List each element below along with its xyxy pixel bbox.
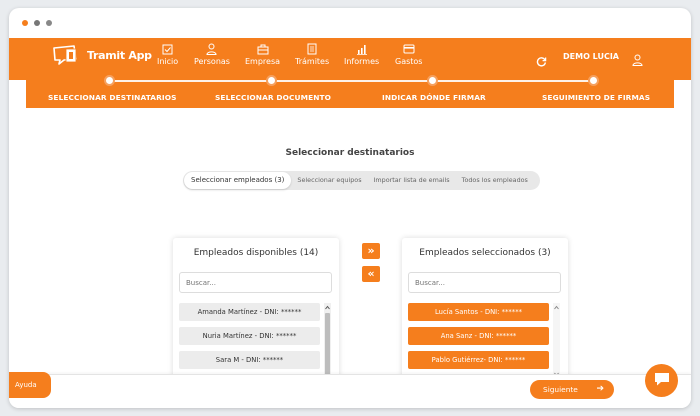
nav-item-label: Trámites	[295, 57, 330, 66]
person-icon	[206, 42, 217, 56]
logo-chat-icon	[53, 45, 77, 65]
user-icon[interactable]	[632, 51, 643, 70]
stepper-line	[110, 80, 594, 82]
list-item[interactable]: Amanda Martínez - DNI: ******	[179, 303, 320, 321]
tab-seleccionar-equipos[interactable]: Seleccionar equipos	[291, 172, 367, 189]
logo-text: Tramit App	[87, 48, 152, 62]
user-name[interactable]: DEMO LUCIA	[563, 52, 619, 61]
list-item[interactable]: Lucía Santos - DNI: ******	[408, 303, 549, 321]
selected-employees-panel: Empleados seleccionados (3) Lucía Santos…	[402, 238, 568, 388]
list-item[interactable]: Sara M - DNI: ******	[179, 351, 320, 369]
nav-item-label: Informes	[344, 57, 380, 66]
list-item[interactable]: Ana Sanz - DNI: ******	[408, 327, 549, 345]
step-dot-1	[104, 75, 115, 86]
checkbox-icon	[162, 42, 173, 56]
window-titlebar	[9, 8, 691, 38]
nav-item-label: Inicio	[157, 57, 179, 66]
page-title: Seleccionar destinatarios	[285, 148, 415, 158]
add-all-button[interactable]: »	[362, 243, 380, 259]
step-dot-4	[588, 75, 599, 86]
briefcase-icon	[257, 42, 269, 56]
main-content: Seleccionar destinatarios Seleccionar em…	[26, 108, 674, 388]
step-label-destinatarios[interactable]: SELECCIONAR DESTINATARIOS	[48, 93, 177, 102]
window-dot-maximize[interactable]	[46, 20, 52, 26]
nav-item-label: Personas	[194, 57, 230, 66]
step-label-seguimiento[interactable]: SEGUIMIENTO DE FIRMAS	[542, 93, 650, 102]
available-employees-panel: Empleados disponibles (14) Amanda Martín…	[173, 238, 339, 388]
bar-chart-icon	[356, 42, 368, 56]
next-button-label: Siguiente	[543, 385, 578, 394]
nav-item-personas[interactable]: Personas	[194, 42, 230, 66]
selected-search-input[interactable]	[408, 272, 561, 293]
nav-item-tramites[interactable]: Trámites	[295, 42, 329, 66]
top-navbar: Tramit App Inicio Personas Empresa Trámi…	[9, 38, 691, 80]
document-icon	[307, 42, 317, 56]
nav-item-label: Empresa	[245, 57, 281, 66]
nav-item-empresa[interactable]: Empresa	[245, 42, 280, 66]
window-dot-minimize[interactable]	[34, 20, 40, 26]
step-dot-2	[266, 75, 277, 86]
available-search-input[interactable]	[179, 272, 332, 293]
tab-seleccionar-empleados[interactable]: Seleccionar empleados (3)	[184, 172, 292, 189]
nav-item-informes[interactable]: Informes	[344, 42, 379, 66]
recipient-tabs: Seleccionar empleados (3) Seleccionar eq…	[183, 171, 540, 190]
nav-item-inicio[interactable]: Inicio	[157, 42, 178, 66]
chat-button[interactable]	[645, 364, 678, 397]
selected-panel-title: Empleados seleccionados (3)	[419, 248, 551, 258]
tab-todos-empleados[interactable]: Todos los empleados	[456, 172, 534, 189]
next-button[interactable]: Siguiente ➔	[530, 380, 614, 399]
window-dot-close[interactable]	[22, 20, 28, 26]
step-dot-3	[427, 75, 438, 86]
nav-item-gastos[interactable]: Gastos	[395, 42, 422, 66]
available-panel-title: Empleados disponibles (14)	[193, 248, 319, 258]
list-item[interactable]: Nuria Martínez - DNI: ******	[179, 327, 320, 345]
nav-item-label: Gastos	[395, 57, 423, 66]
list-item[interactable]: Pablo Gutiérrez- DNI: ******	[408, 351, 549, 369]
wizard-stepper: SELECCIONAR DESTINATARIOS SELECCIONAR DO…	[26, 75, 674, 108]
help-button[interactable]: Ayuda	[9, 372, 51, 398]
arrow-right-icon: ➔	[596, 384, 604, 394]
brand-logo[interactable]: Tramit App	[52, 44, 152, 66]
app-window: Tramit App Inicio Personas Empresa Trámi…	[9, 8, 691, 408]
step-label-documento[interactable]: SELECCIONAR DOCUMENTO	[215, 93, 331, 102]
refresh-icon[interactable]	[536, 52, 547, 71]
chat-bubble-icon	[653, 371, 671, 391]
credit-card-icon	[403, 42, 415, 56]
remove-all-button[interactable]: «	[362, 266, 380, 282]
step-label-firmar[interactable]: INDICAR DÓNDE FIRMAR	[382, 93, 486, 102]
tab-importar-emails[interactable]: Importar lista de emails	[368, 172, 456, 189]
